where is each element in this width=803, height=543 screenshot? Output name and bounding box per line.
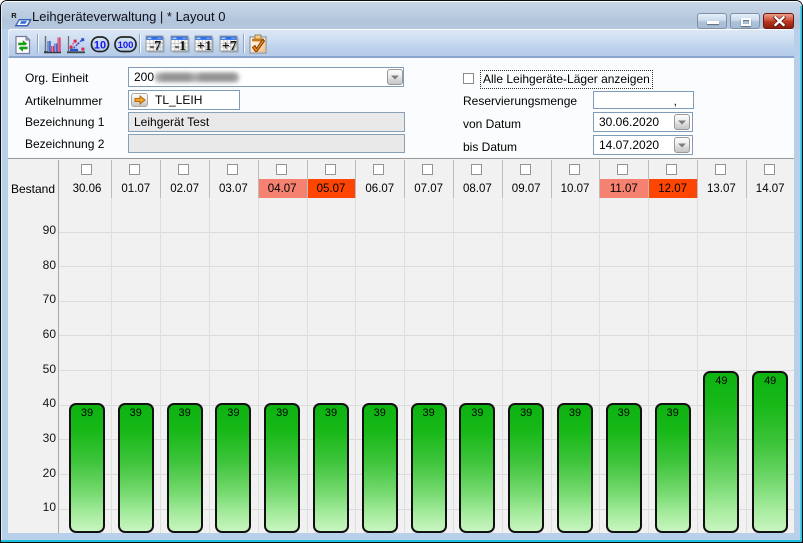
svg-text:+1: +1 [197, 39, 212, 54]
svg-text:+7: +7 [221, 39, 236, 54]
svg-text:-7: -7 [149, 39, 161, 54]
svg-text:R: R [11, 11, 17, 20]
svg-text:10: 10 [93, 40, 105, 52]
svg-text:-1: -1 [174, 39, 186, 54]
svg-text:100: 100 [117, 40, 133, 51]
